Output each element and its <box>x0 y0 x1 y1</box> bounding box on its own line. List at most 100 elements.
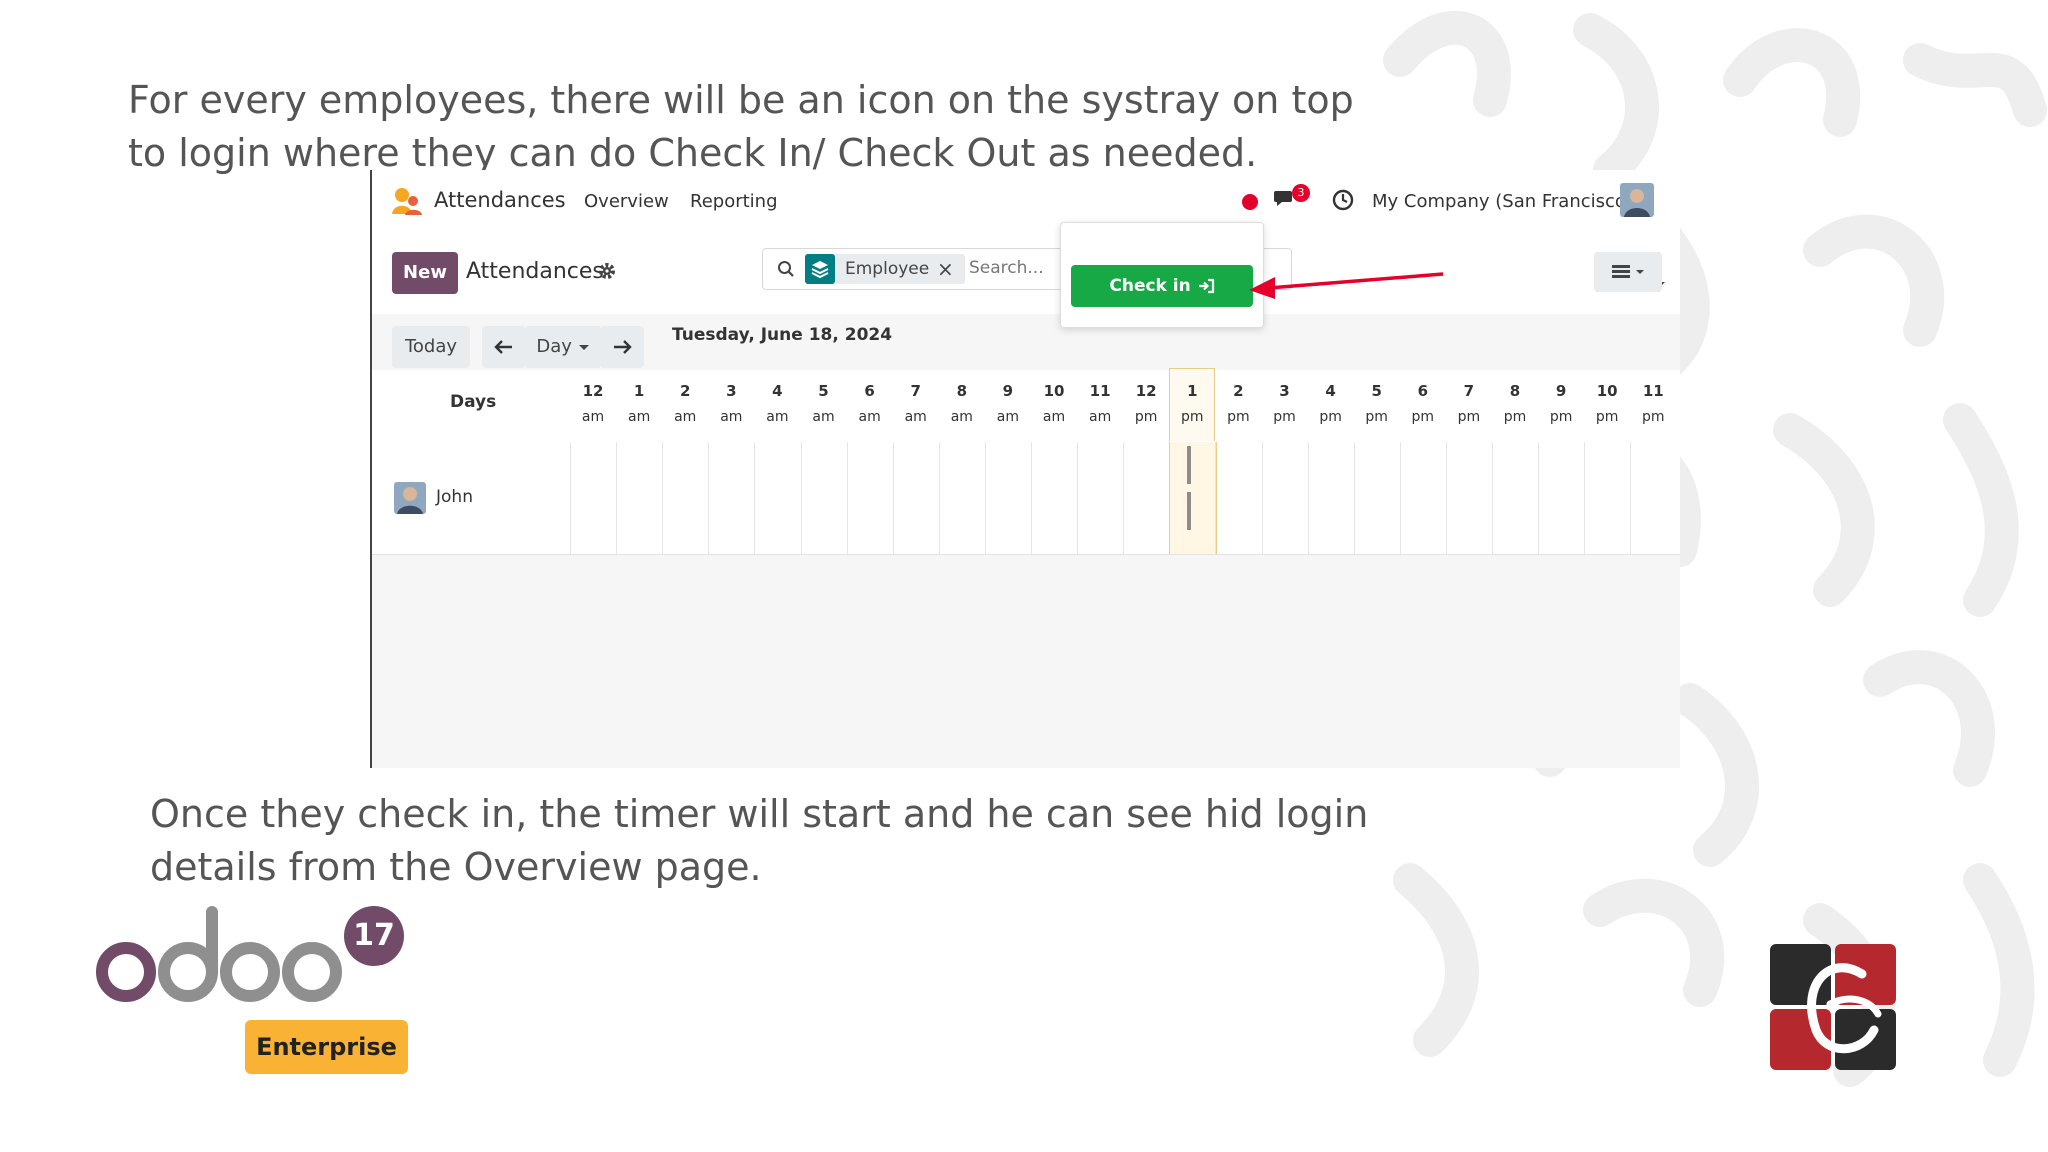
app-name[interactable]: Attendances <box>434 188 566 212</box>
slide-instruction-bottom: Once they check in, the timer will start… <box>150 792 1369 889</box>
sign-in-icon <box>1198 278 1214 294</box>
hour-cell[interactable] <box>1538 442 1585 554</box>
gantt-row-john[interactable]: John <box>372 442 1680 555</box>
caret-down-icon <box>578 345 589 350</box>
hour-cell[interactable] <box>1399 442 1447 554</box>
enterprise-badge: Enterprise <box>245 1020 408 1074</box>
hour-label: 3 pm <box>1262 378 1308 430</box>
view-switcher-button[interactable] <box>1594 252 1662 292</box>
hour-period: pm <box>1227 409 1250 425</box>
arrow-right-icon <box>614 340 632 354</box>
hour-cell[interactable] <box>1630 442 1677 554</box>
hour-cell[interactable] <box>800 442 848 554</box>
breadcrumb: Attendances <box>466 259 604 284</box>
hour-number: 8 <box>956 382 968 400</box>
remove-facet-icon[interactable]: × <box>937 257 954 281</box>
hour-cell[interactable] <box>662 442 709 554</box>
hour-cell[interactable] <box>846 442 894 554</box>
user-avatar[interactable] <box>1620 183 1654 217</box>
hour-label: 3 am <box>708 378 754 430</box>
hour-cell[interactable] <box>1261 442 1309 554</box>
hour-period: pm <box>1365 409 1388 425</box>
menu-overview[interactable]: Overview <box>584 191 669 212</box>
hour-cell[interactable] <box>1123 442 1170 554</box>
check-in-button[interactable]: Check in <box>1071 265 1253 307</box>
hour-cell[interactable] <box>892 442 940 554</box>
hour-period: am <box>627 409 651 425</box>
hour-label: 10 pm <box>1584 378 1630 430</box>
gear-icon[interactable] <box>598 262 616 280</box>
hour-label: 4 am <box>754 378 800 430</box>
navbar: Attendances Overview Reporting 3 My Comp… <box>372 170 1680 232</box>
hour-cell[interactable] <box>938 442 986 554</box>
current-date: Tuesday, June 18, 2024 <box>672 325 893 345</box>
odoo-screenshot: Attendances Overview Reporting 3 My Comp… <box>370 170 1680 768</box>
hour-label: 6 pm <box>1400 378 1446 430</box>
hour-number: 6 <box>864 382 875 400</box>
hour-number: 12 <box>1135 382 1157 400</box>
employee-avatar <box>394 482 426 514</box>
hour-cell[interactable] <box>984 442 1032 554</box>
hour-period: pm <box>1457 409 1481 425</box>
hour-cell[interactable] <box>754 442 801 554</box>
search-icon[interactable] <box>777 260 795 278</box>
hour-label: 7 pm <box>1446 378 1492 430</box>
scale-dropdown[interactable]: Day <box>526 326 600 368</box>
hour-label: 10 am <box>1031 378 1077 430</box>
company-switcher[interactable]: My Company (San Francisco) <box>1372 191 1633 212</box>
scale-label: Day <box>536 336 572 357</box>
new-button[interactable]: New <box>392 252 458 294</box>
hour-period: pm <box>1642 409 1665 425</box>
hour-cell[interactable] <box>616 442 663 554</box>
current-hour-cell[interactable] <box>1169 442 1218 554</box>
attendance-status-dot[interactable] <box>1242 194 1258 210</box>
hour-cell[interactable] <box>708 442 755 554</box>
annotation-arrow <box>1249 272 1444 299</box>
hour-cell[interactable] <box>570 442 617 554</box>
hour-period: am <box>720 409 743 425</box>
hour-label: 12 am <box>570 378 616 430</box>
hour-cell[interactable] <box>1584 442 1631 554</box>
hour-number: 5 <box>1371 382 1382 400</box>
activity-clock-icon[interactable] <box>1332 189 1354 211</box>
hour-number: 4 <box>772 382 783 400</box>
hour-number: 1 <box>633 382 645 400</box>
hour-period: pm <box>1181 409 1204 425</box>
hour-number: 2 <box>679 382 691 400</box>
messaging-count-badge: 3 <box>1292 184 1310 202</box>
search-facet-employee[interactable]: Employee × <box>805 254 965 284</box>
hour-cell[interactable] <box>1492 442 1539 554</box>
hour-label: 2 pm <box>1215 378 1261 430</box>
hour-cell[interactable] <box>1445 442 1493 554</box>
previous-button[interactable] <box>482 326 526 368</box>
hour-period: am <box>1088 409 1112 425</box>
menu-reporting[interactable]: Reporting <box>690 191 778 212</box>
hour-number: 12 <box>582 382 604 400</box>
hour-number: 11 <box>1642 382 1664 400</box>
timer-bar <box>1187 492 1192 530</box>
hour-period: am <box>581 409 605 425</box>
hour-period: am <box>996 409 1019 425</box>
hour-period: pm <box>1273 409 1296 425</box>
odoo-logo <box>96 906 342 1002</box>
arrow-left-icon <box>494 340 512 354</box>
hour-number: 3 <box>726 382 737 400</box>
hour-label: 4 pm <box>1308 378 1354 430</box>
hour-label: 1 am <box>616 378 662 430</box>
layers-icon <box>805 254 835 284</box>
search-input[interactable]: Search... <box>969 258 1044 278</box>
control-panel: New Attendances Employee × Search... <box>372 232 1680 315</box>
hour-label: 11 am <box>1077 378 1123 430</box>
hour-cell[interactable] <box>1353 442 1401 554</box>
hour-label: 5 am <box>801 378 847 430</box>
hour-cell[interactable] <box>1215 442 1262 554</box>
hour-cell[interactable] <box>1031 442 1078 554</box>
hour-number: 1 <box>1187 382 1198 400</box>
hour-cell[interactable] <box>1307 442 1355 554</box>
hour-period: pm <box>1549 409 1573 425</box>
hour-label: 1 pm <box>1169 378 1215 430</box>
hour-number: 11 <box>1089 382 1111 400</box>
hour-cell[interactable] <box>1077 442 1124 554</box>
next-button[interactable] <box>600 326 644 368</box>
today-button[interactable]: Today <box>392 326 470 368</box>
